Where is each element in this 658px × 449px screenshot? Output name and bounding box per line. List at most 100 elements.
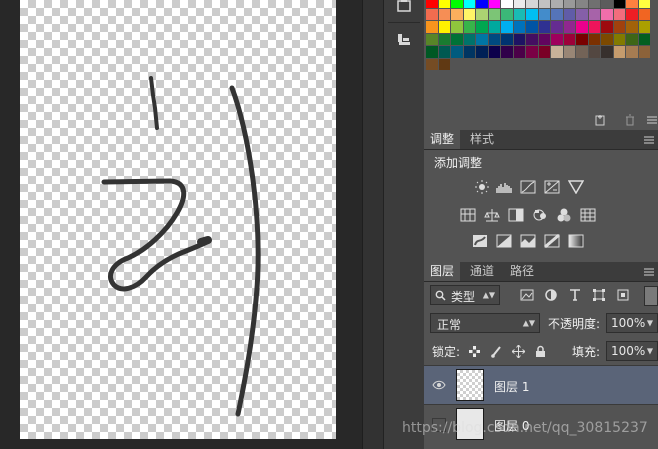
color-swatch[interactable] (438, 8, 450, 20)
history-icon[interactable] (390, 0, 418, 18)
color-swatch[interactable] (626, 0, 638, 8)
panel-menu-icon[interactable] (644, 136, 654, 144)
gradient-triangle-icon[interactable] (568, 180, 584, 194)
color-swatch[interactable] (601, 8, 613, 20)
lock-image-pixels-icon[interactable] (490, 345, 503, 358)
threshold-icon[interactable] (520, 234, 536, 248)
vibrance-icon[interactable] (460, 208, 476, 222)
panel-menu-icon[interactable] (644, 268, 654, 276)
color-swatch[interactable] (551, 0, 563, 8)
color-swatch[interactable] (626, 46, 638, 58)
color-swatch[interactable] (426, 58, 438, 70)
lock-position-icon[interactable] (512, 345, 525, 358)
color-swatch[interactable] (426, 33, 438, 45)
lock-all-icon[interactable] (534, 345, 547, 358)
color-swatch[interactable] (513, 0, 525, 8)
fill-input[interactable]: 100% ▼ (606, 341, 658, 361)
filter-toggle-switch[interactable] (644, 286, 658, 306)
color-swatch[interactable] (551, 21, 563, 33)
color-swatch[interactable] (563, 33, 575, 45)
layer-filter-select[interactable]: 类型 ▲▼ (430, 285, 500, 305)
color-swatch[interactable] (463, 46, 475, 58)
color-swatch[interactable] (551, 33, 563, 45)
color-swatch[interactable] (576, 21, 588, 33)
color-swatch[interactable] (438, 21, 450, 33)
tab-layers[interactable]: 图层 (424, 262, 461, 281)
color-swatch[interactable] (613, 33, 625, 45)
black-white-icon[interactable] (532, 208, 548, 222)
color-swatch[interactable] (513, 33, 525, 45)
color-swatch[interactable] (588, 0, 600, 8)
tab-channels[interactable]: 通道 (464, 262, 500, 281)
panel-menu-icon[interactable] (646, 114, 658, 126)
color-swatch[interactable] (501, 0, 513, 8)
color-swatch[interactable] (538, 8, 550, 20)
color-swatch[interactable] (476, 21, 488, 33)
invert-icon[interactable] (472, 234, 488, 248)
color-swatch[interactable] (613, 46, 625, 58)
color-swatch[interactable] (601, 0, 613, 8)
color-swatch[interactable] (426, 0, 438, 8)
tab-paths[interactable]: 路径 (504, 262, 540, 281)
exposure-icon[interactable] (544, 180, 560, 194)
new-swatch-icon[interactable] (594, 114, 606, 126)
color-swatch[interactable] (488, 21, 500, 33)
color-swatch[interactable] (463, 0, 475, 8)
color-swatch[interactable] (451, 8, 463, 20)
color-balance-icon[interactable] (508, 208, 524, 222)
channel-mixer-icon[interactable] (580, 208, 596, 222)
levels-icon[interactable] (496, 180, 512, 194)
color-swatch[interactable] (426, 46, 438, 58)
lock-transparent-pixels-icon[interactable] (468, 345, 481, 358)
color-swatch[interactable] (588, 8, 600, 20)
color-swatch[interactable] (463, 33, 475, 45)
color-swatch[interactable] (451, 33, 463, 45)
brightness-contrast-icon[interactable] (474, 180, 490, 194)
color-swatch[interactable] (488, 8, 500, 20)
color-swatch[interactable] (526, 46, 538, 58)
color-swatch[interactable] (501, 46, 513, 58)
color-swatch[interactable] (501, 21, 513, 33)
actions-icon[interactable] (390, 28, 418, 52)
photo-filter-icon[interactable] (556, 208, 572, 222)
color-swatch[interactable] (588, 46, 600, 58)
color-swatch[interactable] (476, 46, 488, 58)
color-swatch[interactable] (476, 8, 488, 20)
color-swatch[interactable] (438, 46, 450, 58)
color-swatch[interactable] (638, 46, 650, 58)
color-swatch[interactable] (588, 21, 600, 33)
color-swatch[interactable] (638, 0, 650, 8)
tab-adjustments[interactable]: 调整 (424, 130, 461, 149)
color-swatch[interactable] (438, 0, 450, 8)
color-swatch[interactable] (488, 33, 500, 45)
visibility-eye-icon[interactable] (432, 379, 446, 391)
color-swatch[interactable] (513, 21, 525, 33)
smart-object-filter-icon[interactable] (616, 288, 630, 302)
color-swatch[interactable] (626, 8, 638, 20)
layer-name[interactable]: 图层 1 (494, 378, 529, 395)
color-swatch[interactable] (538, 0, 550, 8)
color-swatch[interactable] (538, 21, 550, 33)
color-swatch[interactable] (438, 33, 450, 45)
layer-row-layer-1[interactable]: 图层 1 (424, 365, 658, 404)
color-swatch[interactable] (638, 8, 650, 20)
color-swatch[interactable] (601, 21, 613, 33)
color-swatch[interactable] (576, 46, 588, 58)
color-swatch[interactable] (451, 0, 463, 8)
color-swatch[interactable] (638, 21, 650, 33)
curves-icon[interactable] (520, 180, 536, 194)
shape-layer-filter-icon[interactable] (592, 288, 606, 302)
color-swatch[interactable] (488, 0, 500, 8)
color-swatch[interactable] (576, 0, 588, 8)
color-swatch[interactable] (601, 33, 613, 45)
color-swatch[interactable] (563, 0, 575, 8)
selective-color-icon[interactable] (544, 234, 560, 248)
color-swatch[interactable] (563, 8, 575, 20)
color-swatch[interactable] (576, 8, 588, 20)
color-swatch[interactable] (626, 21, 638, 33)
color-swatch[interactable] (513, 8, 525, 20)
color-swatch[interactable] (451, 21, 463, 33)
adjustment-layer-filter-icon[interactable] (544, 288, 558, 302)
color-swatch[interactable] (563, 46, 575, 58)
blend-mode-select[interactable]: 正常 ▲▼ (430, 313, 540, 333)
